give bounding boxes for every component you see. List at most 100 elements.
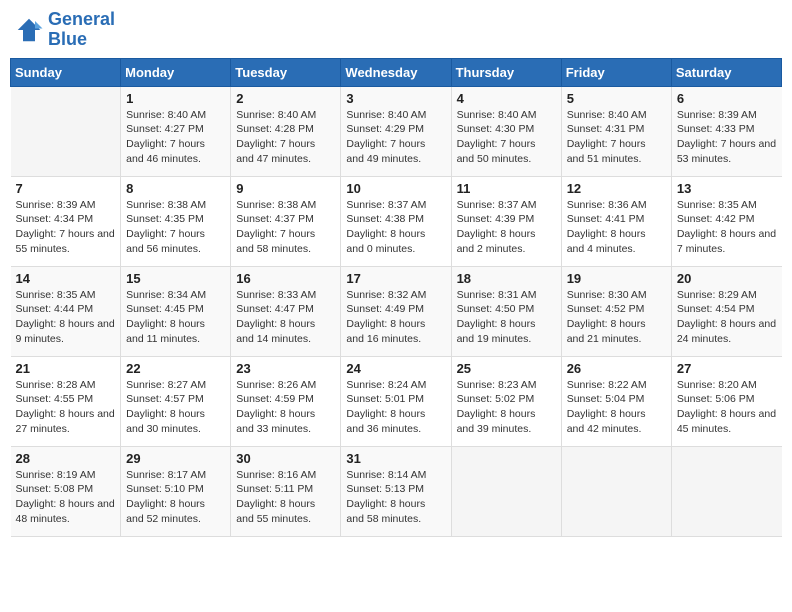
day-info: Sunrise: 8:38 AMSunset: 4:35 PMDaylight:…	[126, 198, 225, 257]
calendar-cell: 16 Sunrise: 8:33 AMSunset: 4:47 PMDayligh…	[231, 266, 341, 356]
day-header-wednesday: Wednesday	[341, 58, 451, 86]
day-info: Sunrise: 8:40 AMSunset: 4:31 PMDaylight:…	[567, 108, 666, 167]
calendar-cell: 24Sunrise: 8:24 AMSunset: 5:01 PMDayligh…	[341, 356, 451, 446]
calendar-cell	[671, 446, 781, 536]
day-number: 27	[677, 361, 777, 376]
calendar-cell: 25 Sunrise: 8:23 AMSunset: 5:02 PMDayligh…	[451, 356, 561, 446]
day-header-tuesday: Tuesday	[231, 58, 341, 86]
day-header-sunday: Sunday	[11, 58, 121, 86]
calendar-cell	[561, 446, 671, 536]
calendar-cell: 13 Sunrise: 8:35 AMSunset: 4:42 PMDayligh…	[671, 176, 781, 266]
calendar-cell: 6 Sunrise: 8:39 AMSunset: 4:33 PMDaylight…	[671, 86, 781, 176]
day-info: Sunrise: 8:32 AMSunset: 4:49 PMDaylight:…	[346, 288, 445, 347]
day-info: Sunrise: 8:33 AMSunset: 4:47 PMDaylight:…	[236, 288, 335, 347]
day-number: 30	[236, 451, 335, 466]
logo: General Blue	[14, 10, 115, 50]
day-number: 1	[126, 91, 225, 106]
day-info: Sunrise: 8:14 AMSunset: 5:13 PMDaylight:…	[346, 468, 445, 527]
day-number: 25	[457, 361, 556, 376]
day-info: Sunrise: 8:38 AMSunset: 4:37 PMDaylight:…	[236, 198, 335, 257]
day-header-saturday: Saturday	[671, 58, 781, 86]
day-header-monday: Monday	[121, 58, 231, 86]
day-info: Sunrise: 8:16 AMSunset: 5:11 PMDaylight:…	[236, 468, 335, 527]
day-number: 16	[236, 271, 335, 286]
day-number: 8	[126, 181, 225, 196]
calendar-cell: 31 Sunrise: 8:14 AMSunset: 5:13 PMDayligh…	[341, 446, 451, 536]
day-info: Sunrise: 8:29 AMSunset: 4:54 PMDaylight:…	[677, 288, 777, 347]
calendar-cell	[11, 86, 121, 176]
calendar-cell: 4Sunrise: 8:40 AMSunset: 4:30 PMDaylight…	[451, 86, 561, 176]
day-header-friday: Friday	[561, 58, 671, 86]
day-info: Sunrise: 8:36 AMSunset: 4:41 PMDaylight:…	[567, 198, 666, 257]
day-number: 7	[16, 181, 116, 196]
day-number: 15	[126, 271, 225, 286]
calendar-cell: 19 Sunrise: 8:30 AMSunset: 4:52 PMDayligh…	[561, 266, 671, 356]
day-number: 6	[677, 91, 777, 106]
day-number: 5	[567, 91, 666, 106]
calendar-cell: 2 Sunrise: 8:40 AMSunset: 4:28 PMDaylight…	[231, 86, 341, 176]
calendar-cell: 30 Sunrise: 8:16 AMSunset: 5:11 PMDayligh…	[231, 446, 341, 536]
week-row-1: 1 Sunrise: 8:40 AMSunset: 4:27 PMDaylight…	[11, 86, 782, 176]
day-info: Sunrise: 8:27 AMSunset: 4:57 PMDaylight:…	[126, 378, 225, 437]
calendar-cell: 17Sunrise: 8:32 AMSunset: 4:49 PMDayligh…	[341, 266, 451, 356]
day-number: 3	[346, 91, 445, 106]
day-number: 31	[346, 451, 445, 466]
calendar-cell: 12 Sunrise: 8:36 AMSunset: 4:41 PMDayligh…	[561, 176, 671, 266]
calendar-cell: 23Sunrise: 8:26 AMSunset: 4:59 PMDayligh…	[231, 356, 341, 446]
logo-icon	[14, 15, 44, 45]
calendar-cell: 26 Sunrise: 8:22 AMSunset: 5:04 PMDayligh…	[561, 356, 671, 446]
day-info: Sunrise: 8:39 AMSunset: 4:33 PMDaylight:…	[677, 108, 777, 167]
day-number: 14	[16, 271, 116, 286]
day-number: 23	[236, 361, 335, 376]
day-number: 10	[346, 181, 445, 196]
day-number: 4	[457, 91, 556, 106]
calendar-cell: 10Sunrise: 8:37 AMSunset: 4:38 PMDayligh…	[341, 176, 451, 266]
day-info: Sunrise: 8:30 AMSunset: 4:52 PMDaylight:…	[567, 288, 666, 347]
page-header: General Blue	[10, 10, 782, 50]
day-number: 20	[677, 271, 777, 286]
calendar-cell: 27 Sunrise: 8:20 AMSunset: 5:06 PMDayligh…	[671, 356, 781, 446]
day-info: Sunrise: 8:19 AMSunset: 5:08 PMDaylight:…	[16, 468, 116, 527]
day-info: Sunrise: 8:35 AMSunset: 4:44 PMDaylight:…	[16, 288, 116, 347]
calendar-cell: 22Sunrise: 8:27 AMSunset: 4:57 PMDayligh…	[121, 356, 231, 446]
day-number: 28	[16, 451, 116, 466]
days-header-row: SundayMondayTuesdayWednesdayThursdayFrid…	[11, 58, 782, 86]
calendar-cell: 3 Sunrise: 8:40 AMSunset: 4:29 PMDaylight…	[341, 86, 451, 176]
day-info: Sunrise: 8:40 AMSunset: 4:29 PMDaylight:…	[346, 108, 445, 167]
day-number: 19	[567, 271, 666, 286]
day-number: 2	[236, 91, 335, 106]
calendar-cell: 21Sunrise: 8:28 AMSunset: 4:55 PMDayligh…	[11, 356, 121, 446]
day-info: Sunrise: 8:40 AMSunset: 4:27 PMDaylight:…	[126, 108, 225, 167]
day-info: Sunrise: 8:37 AMSunset: 4:39 PMDaylight:…	[457, 198, 556, 257]
calendar-cell: 20 Sunrise: 8:29 AMSunset: 4:54 PMDayligh…	[671, 266, 781, 356]
week-row-2: 7Sunrise: 8:39 AMSunset: 4:34 PMDaylight…	[11, 176, 782, 266]
calendar-cell: 8 Sunrise: 8:38 AMSunset: 4:35 PMDaylight…	[121, 176, 231, 266]
week-row-5: 28 Sunrise: 8:19 AMSunset: 5:08 PMDayligh…	[11, 446, 782, 536]
day-number: 29	[126, 451, 225, 466]
day-number: 26	[567, 361, 666, 376]
calendar-cell: 28 Sunrise: 8:19 AMSunset: 5:08 PMDayligh…	[11, 446, 121, 536]
calendar-cell: 29Sunrise: 8:17 AMSunset: 5:10 PMDayligh…	[121, 446, 231, 536]
day-info: Sunrise: 8:31 AMSunset: 4:50 PMDaylight:…	[457, 288, 556, 347]
calendar-cell: 5 Sunrise: 8:40 AMSunset: 4:31 PMDaylight…	[561, 86, 671, 176]
day-number: 21	[16, 361, 116, 376]
day-number: 13	[677, 181, 777, 196]
calendar-cell	[451, 446, 561, 536]
day-info: Sunrise: 8:34 AMSunset: 4:45 PMDaylight:…	[126, 288, 225, 347]
day-header-thursday: Thursday	[451, 58, 561, 86]
calendar-cell: 1 Sunrise: 8:40 AMSunset: 4:27 PMDaylight…	[121, 86, 231, 176]
logo-text: General Blue	[48, 10, 115, 50]
calendar-cell: 11 Sunrise: 8:37 AMSunset: 4:39 PMDayligh…	[451, 176, 561, 266]
day-number: 11	[457, 181, 556, 196]
day-number: 18	[457, 271, 556, 286]
day-info: Sunrise: 8:35 AMSunset: 4:42 PMDaylight:…	[677, 198, 777, 257]
day-info: Sunrise: 8:23 AMSunset: 5:02 PMDaylight:…	[457, 378, 556, 437]
day-number: 9	[236, 181, 335, 196]
day-number: 12	[567, 181, 666, 196]
day-info: Sunrise: 8:40 AMSunset: 4:28 PMDaylight:…	[236, 108, 335, 167]
day-info: Sunrise: 8:22 AMSunset: 5:04 PMDaylight:…	[567, 378, 666, 437]
calendar-cell: 7Sunrise: 8:39 AMSunset: 4:34 PMDaylight…	[11, 176, 121, 266]
calendar-cell: 14 Sunrise: 8:35 AMSunset: 4:44 PMDayligh…	[11, 266, 121, 356]
day-info: Sunrise: 8:20 AMSunset: 5:06 PMDaylight:…	[677, 378, 777, 437]
calendar-table: SundayMondayTuesdayWednesdayThursdayFrid…	[10, 58, 782, 537]
